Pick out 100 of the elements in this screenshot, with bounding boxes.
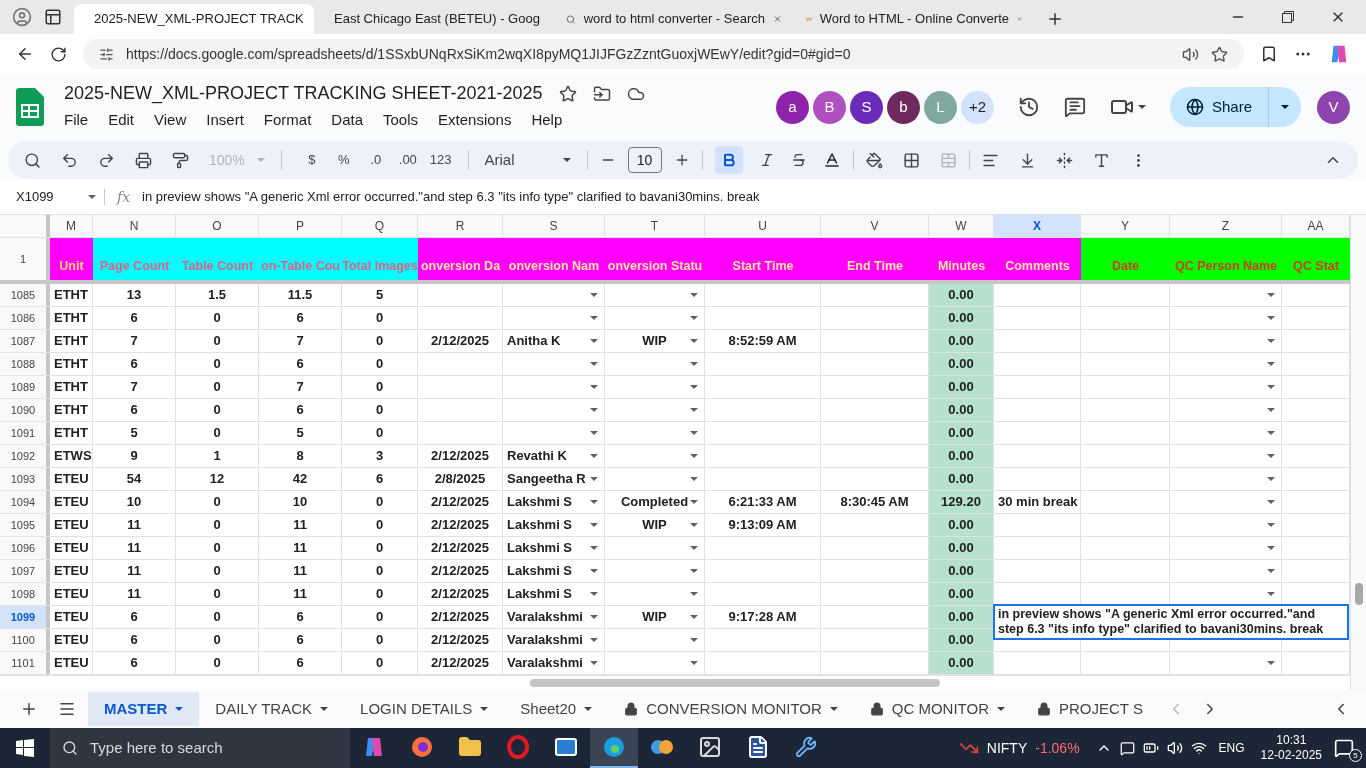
font-select[interactable]: Arial bbox=[480, 148, 575, 172]
dropdown-arrow-icon[interactable] bbox=[480, 707, 489, 711]
row-number[interactable]: 1091 bbox=[0, 422, 50, 444]
read-aloud-icon[interactable] bbox=[1182, 45, 1199, 63]
column-header[interactable]: Y bbox=[1081, 215, 1170, 237]
menu-item[interactable]: Extensions bbox=[430, 107, 520, 134]
dropdown-arrow-icon[interactable] bbox=[1267, 546, 1275, 550]
language-indicator[interactable]: ENG bbox=[1218, 739, 1245, 757]
currency-format-button[interactable]: $ bbox=[297, 146, 326, 174]
dropdown-arrow-icon[interactable] bbox=[690, 454, 698, 458]
address-bar[interactable]: https://docs.google.com/spreadsheets/d/1SSxbUNqRxSiKm2wqXI8pyMQ1JIJFGzZzntGuoxjWEwY/edit?gid=0#gid=0 bbox=[83, 39, 1244, 69]
dropdown-arrow-icon[interactable] bbox=[1267, 339, 1275, 343]
bold-button[interactable] bbox=[714, 146, 743, 174]
menu-item[interactable]: File bbox=[56, 107, 97, 134]
menu-item[interactable]: Data bbox=[323, 107, 371, 134]
row-number[interactable]: 1086 bbox=[0, 307, 50, 329]
dropdown-arrow-icon[interactable] bbox=[590, 316, 598, 320]
dropdown-arrow-icon[interactable] bbox=[590, 638, 598, 642]
menu-item[interactable]: Format bbox=[255, 107, 320, 134]
cell-editor[interactable]: in preview shows "A generic Xml error occurred."and step 6.3 "its info type" clarified to bavani30mins. break bbox=[993, 604, 1349, 640]
row-number[interactable]: 1 bbox=[0, 238, 50, 280]
wifi-icon[interactable] bbox=[1190, 740, 1207, 756]
site-info-icon[interactable] bbox=[99, 46, 114, 62]
row-number[interactable]: 1089 bbox=[0, 376, 50, 398]
row-number[interactable]: 1095 bbox=[0, 514, 50, 536]
menu-item[interactable]: View bbox=[146, 107, 195, 134]
column-header[interactable]: N bbox=[93, 215, 176, 237]
menu-item[interactable]: Edit bbox=[100, 107, 143, 134]
column-header[interactable]: S bbox=[503, 215, 605, 237]
text-rotation-icon[interactable] bbox=[1092, 151, 1110, 169]
dropdown-arrow-icon[interactable] bbox=[1267, 293, 1275, 297]
dropdown-arrow-icon[interactable] bbox=[590, 661, 598, 665]
favorites-icon[interactable] bbox=[1260, 45, 1278, 63]
avatar[interactable]: B bbox=[812, 90, 846, 124]
dropdown-arrow-icon[interactable] bbox=[590, 592, 598, 596]
windows-logo-icon[interactable] bbox=[16, 739, 34, 757]
dropdown-arrow-icon[interactable] bbox=[690, 638, 698, 642]
strikethrough-icon[interactable] bbox=[790, 152, 807, 168]
column-header[interactable]: T bbox=[605, 215, 705, 237]
all-sheets-icon[interactable] bbox=[58, 700, 76, 718]
row-number[interactable]: 1096 bbox=[0, 537, 50, 559]
text-color-icon[interactable] bbox=[822, 151, 841, 169]
row-number[interactable]: 1085 bbox=[0, 284, 50, 306]
dropdown-arrow-icon[interactable] bbox=[590, 615, 598, 619]
user-avatar[interactable]: V bbox=[1317, 90, 1350, 124]
tray-icon[interactable] bbox=[1119, 740, 1135, 756]
move-folder-icon[interactable] bbox=[592, 84, 611, 103]
dropdown-arrow-icon[interactable] bbox=[1281, 105, 1289, 109]
fill-color-icon[interactable] bbox=[865, 151, 883, 169]
dropdown-arrow-icon[interactable] bbox=[1267, 477, 1275, 481]
dropdown-arrow-icon[interactable] bbox=[590, 454, 598, 458]
decrease-decimal-button[interactable]: .0 bbox=[361, 146, 390, 174]
dropdown-arrow-icon[interactable] bbox=[829, 707, 838, 711]
dropdown-arrow-icon[interactable] bbox=[88, 195, 96, 199]
dropdown-arrow-icon[interactable] bbox=[690, 592, 698, 596]
avatar[interactable]: b bbox=[886, 90, 920, 124]
tab-actions-icon[interactable] bbox=[44, 8, 62, 26]
column-header[interactable]: R bbox=[418, 215, 503, 237]
comments-icon[interactable] bbox=[1063, 96, 1086, 118]
column-header[interactable]: U bbox=[705, 215, 821, 237]
dropdown-arrow-icon[interactable] bbox=[590, 362, 598, 366]
text-wrap-icon[interactable] bbox=[1055, 151, 1073, 169]
paint-format-icon[interactable] bbox=[172, 151, 189, 169]
dropdown-arrow-icon[interactable] bbox=[690, 362, 698, 366]
dropdown-arrow-icon[interactable] bbox=[590, 523, 598, 527]
star-icon[interactable] bbox=[558, 84, 577, 103]
browser-tab[interactable]: word to html converter - Search bbox=[554, 4, 794, 34]
add-sheet-icon[interactable] bbox=[20, 700, 38, 718]
back-icon[interactable] bbox=[16, 45, 34, 63]
battery-icon[interactable] bbox=[1142, 740, 1159, 756]
column-header[interactable]: O bbox=[176, 215, 259, 237]
browser-tab[interactable]: 2025-NEW_XML-PROJECT TRACK bbox=[74, 4, 314, 34]
column-header[interactable]: Z bbox=[1170, 215, 1282, 237]
dropdown-arrow-icon[interactable] bbox=[690, 500, 698, 504]
sheet-tab[interactable]: PROJECT S bbox=[1021, 692, 1159, 726]
menu-item[interactable]: Help bbox=[523, 107, 571, 134]
dropdown-arrow-icon[interactable] bbox=[590, 339, 598, 343]
sheet-tab[interactable]: MASTER bbox=[88, 692, 200, 726]
name-box[interactable]: X1099 bbox=[0, 187, 104, 207]
dropdown-arrow-icon[interactable] bbox=[1267, 661, 1275, 665]
row-number[interactable]: 1092 bbox=[0, 445, 50, 467]
increase-decimal-button[interactable]: .00 bbox=[393, 146, 422, 174]
dropdown-arrow-icon[interactable] bbox=[320, 707, 329, 711]
dropdown-arrow-icon[interactable] bbox=[690, 431, 698, 435]
row-number[interactable]: 1090 bbox=[0, 399, 50, 421]
dropdown-arrow-icon[interactable] bbox=[690, 385, 698, 389]
dropdown-arrow-icon[interactable] bbox=[590, 293, 598, 297]
redo-icon[interactable] bbox=[98, 151, 115, 169]
row-number[interactable]: 1093 bbox=[0, 468, 50, 490]
dropdown-arrow-icon[interactable] bbox=[690, 316, 698, 320]
volume-icon[interactable] bbox=[1166, 740, 1183, 756]
row-number[interactable]: 1088 bbox=[0, 353, 50, 375]
sheet-tab[interactable]: Sheet20 bbox=[504, 692, 609, 726]
dropdown-arrow-icon[interactable] bbox=[1267, 316, 1275, 320]
dropdown-arrow-icon[interactable] bbox=[997, 707, 1005, 711]
dropdown-arrow-icon[interactable] bbox=[690, 523, 698, 527]
sheet-tab[interactable]: CONVERSION MONITOR bbox=[608, 692, 854, 726]
undo-icon[interactable] bbox=[61, 151, 78, 169]
avatar[interactable]: +2 bbox=[960, 90, 994, 124]
search-icon[interactable] bbox=[24, 151, 41, 169]
